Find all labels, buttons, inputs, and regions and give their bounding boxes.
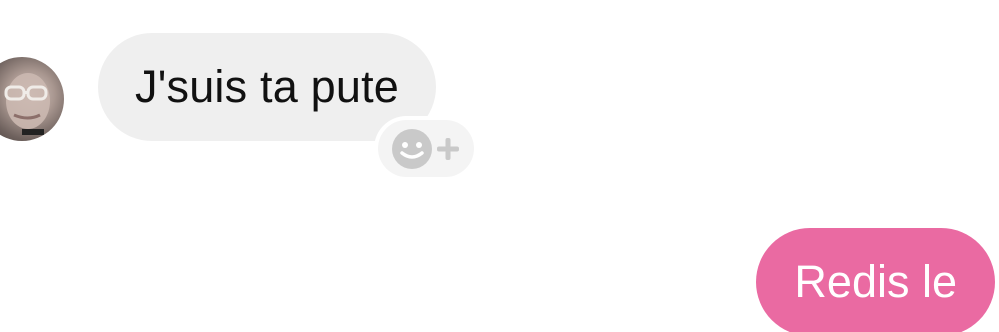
outgoing-message-bubble[interactable]: Redis le xyxy=(756,228,995,332)
add-reaction-button[interactable] xyxy=(378,120,474,177)
plus-icon xyxy=(437,137,459,160)
avatar-photo xyxy=(4,73,50,135)
incoming-message-bubble[interactable]: J'suis ta pute xyxy=(98,33,437,141)
sender-avatar[interactable] xyxy=(0,57,64,141)
smiley-icon xyxy=(392,128,432,169)
incoming-message-text: J'suis ta pute xyxy=(135,61,400,112)
chat-thread: J'suis ta pute Redis le xyxy=(0,0,999,332)
outgoing-message-text: Redis le xyxy=(794,256,957,307)
